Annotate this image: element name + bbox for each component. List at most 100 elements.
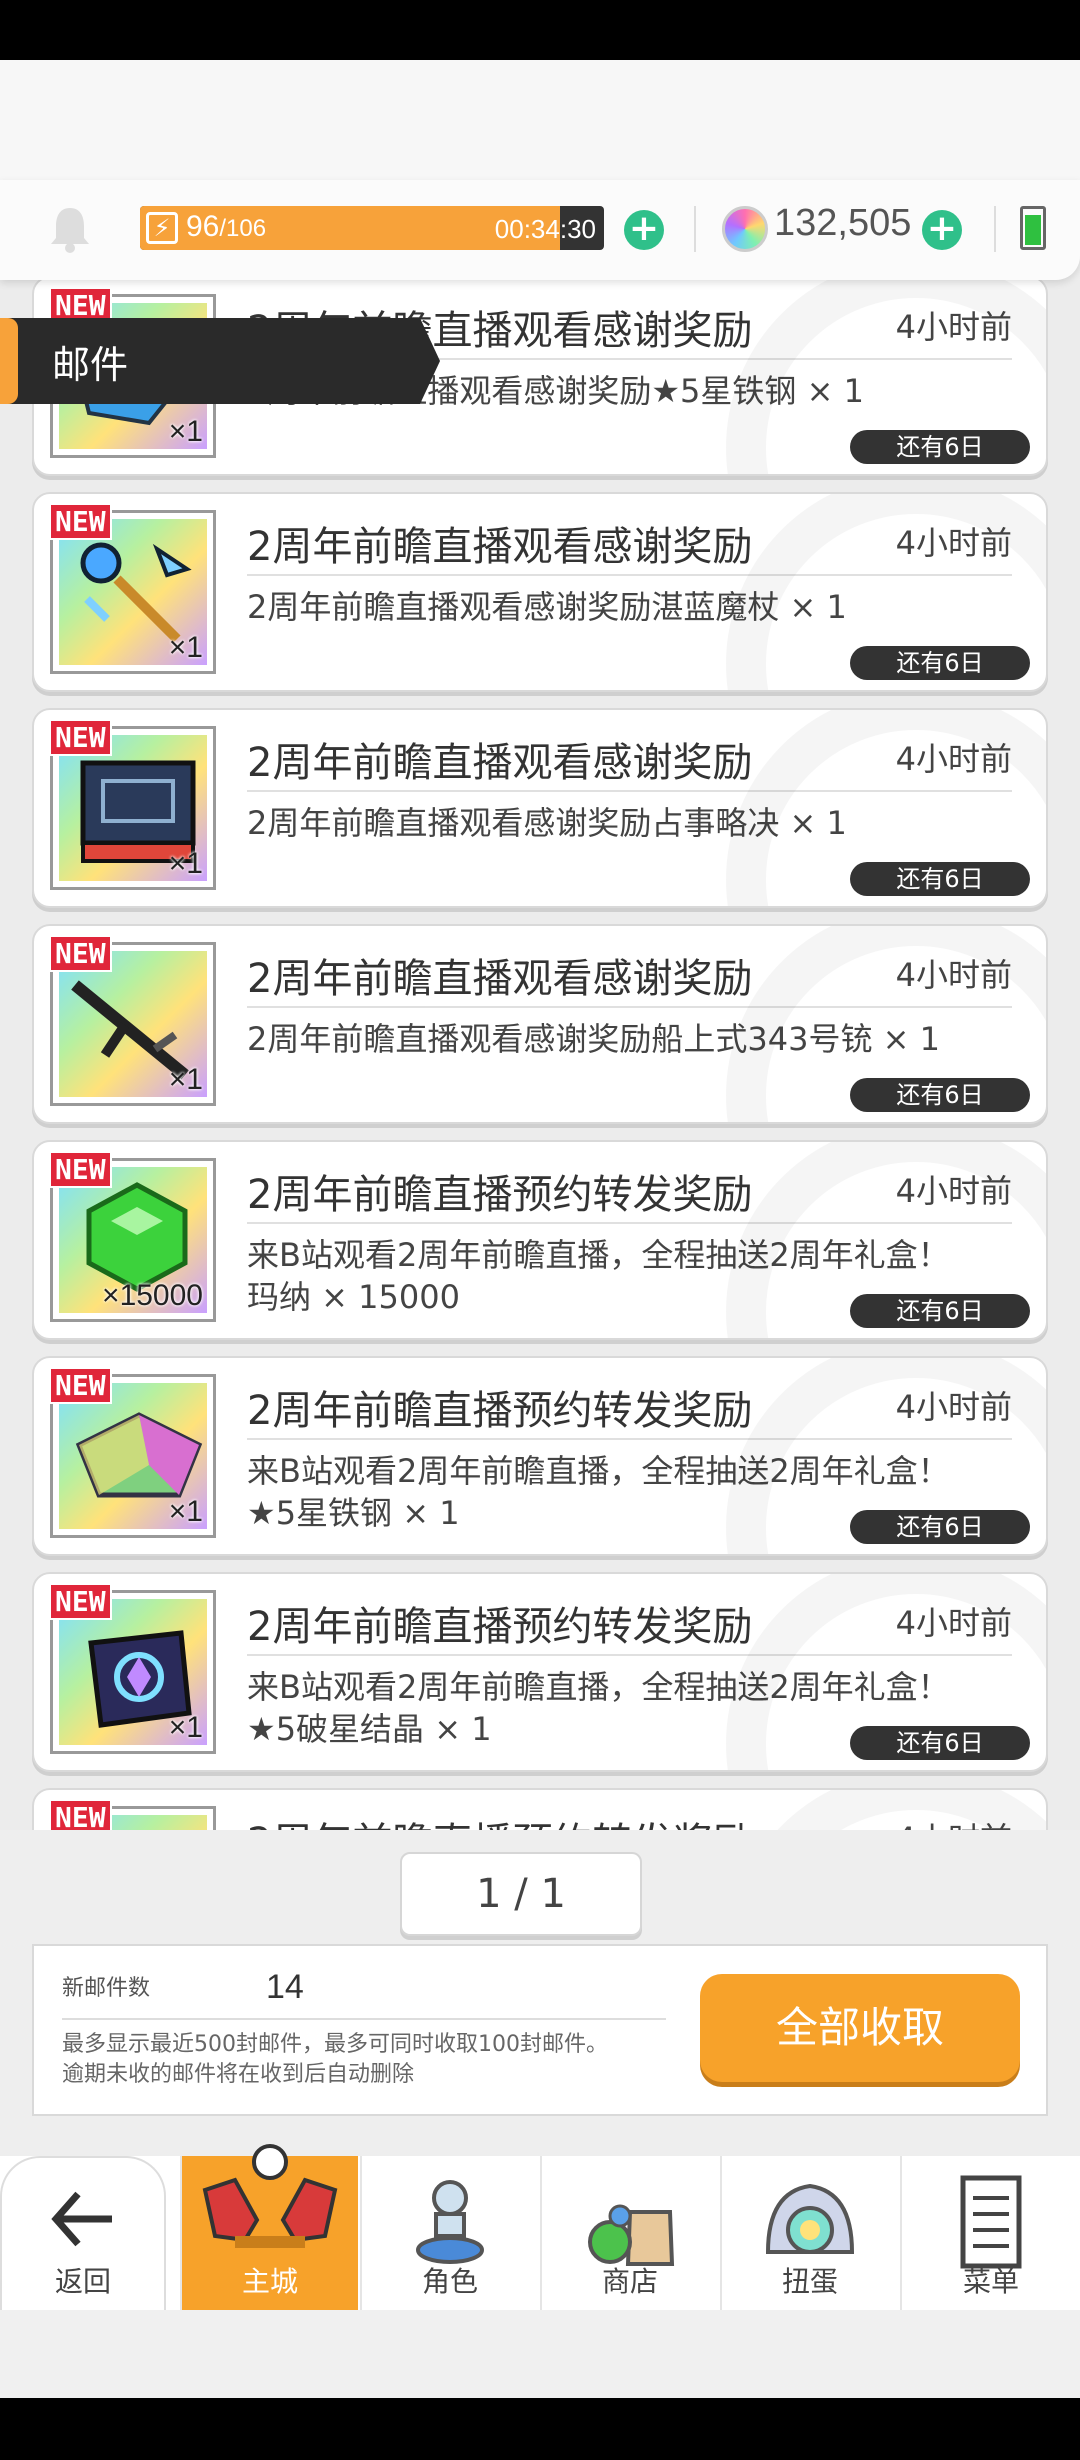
mail-time: 4小时前 — [896, 1814, 1012, 1830]
energy-text: 96/106 — [186, 210, 266, 244]
nav-main-city[interactable]: 主城 — [180, 2144, 358, 2310]
bell-icon[interactable] — [48, 204, 92, 254]
mail-body-line: 2周年前瞻直播观看感谢奖励占事略决 × 1 — [247, 804, 847, 842]
mail-time: 4小时前 — [895, 1604, 1012, 1642]
back-button[interactable]: 返回 — [0, 2156, 166, 2310]
nav-label: 商店 — [601, 2265, 658, 2298]
new-badge: NEW — [49, 935, 112, 972]
new-badge: NEW — [49, 1151, 112, 1188]
mail-time: 4小时前 — [895, 1172, 1012, 1210]
mail-item-thumbnail: ×1 NEW — [49, 503, 216, 674]
mail-title: 2周年前瞻直播观看感谢奖励 — [247, 740, 753, 786]
nav-character[interactable]: 角色 — [360, 2156, 538, 2310]
mail-item[interactable]: ×1 NEW 2周年前瞻直播观看感谢奖励 4小时前 2周年前瞻直播观看感谢奖励占事略决 … — [32, 708, 1048, 908]
add-energy-button[interactable]: + — [624, 210, 664, 250]
mail-title: 2周年前瞻直播预约转发奖励 — [247, 1810, 752, 1830]
expire-badge: 还有6日 — [850, 1510, 1030, 1544]
top-spacer — [0, 60, 1080, 180]
menu-list-icon — [960, 2175, 1022, 2269]
shop-bag-icon — [588, 2204, 675, 2266]
new-badge: NEW — [49, 1367, 112, 1404]
mail-item-thumbnail: ×1 NEW — [49, 935, 216, 1106]
mail-title: 2周年前瞻直播观看感谢奖励 — [247, 524, 753, 570]
gun-item-icon: ×1 — [59, 951, 207, 1097]
item-quantity: ×15000 — [102, 1279, 203, 1312]
mail-item-thumbnail: NEW — [49, 1799, 216, 1830]
mail-body: 2周年前瞻直播观看感谢奖励占事略决 × 1 — [247, 802, 986, 844]
battery-icon — [1020, 206, 1046, 250]
nav-gacha[interactable]: 扭蛋 — [720, 2156, 898, 2310]
mail-note: 最多显示最近500封邮件，最多可同时收取100封邮件。 逾期未收的邮件将在收到后… — [62, 2030, 608, 2090]
divider — [247, 574, 1012, 576]
divider — [994, 206, 996, 252]
mail-item[interactable]: ×1 NEW 2周年前瞻直播观看感谢奖励 4小时前 2周年前瞻直播观看感谢奖励船上式34… — [32, 924, 1048, 1124]
new-mail-count: 14 — [266, 1968, 304, 2006]
back-arrow-icon — [51, 2191, 112, 2247]
mail-title: 2周年前瞻直播观看感谢奖励 — [247, 956, 753, 1002]
divider — [694, 206, 696, 252]
energy-current: 96 — [186, 210, 220, 243]
item-quantity: ×1 — [168, 415, 203, 448]
gem-icon — [722, 206, 768, 252]
mail-body: 2周年前瞻直播观看感谢奖励船上式343号铳 × 1 — [247, 1018, 986, 1060]
mail-item-thumbnail: ×1 NEW — [49, 719, 216, 890]
mail-title: 2周年前瞻直播预约转发奖励 — [247, 1172, 753, 1218]
mail-time: 4小时前 — [895, 956, 1012, 994]
mail-info-panel: 新邮件数 14 最多显示最近500封邮件，最多可同时收取100封邮件。 逾期未收… — [32, 1944, 1048, 2116]
mail-time: 4小时前 — [895, 524, 1012, 562]
mail-time: 4小时前 — [895, 740, 1012, 778]
castle-icon — [202, 2144, 338, 2248]
mail-list[interactable]: ×1 NEW 2周年前瞻直播观看感谢奖励 4小时前 2周年前瞻直播观看感谢奖励★5星铁钢… — [0, 280, 1080, 1830]
mail-item-thumbnail: ×1 NEW — [49, 1367, 216, 1538]
mail-body-line: 来B站观看2周年前瞻直播，全程抽送2周年礼盒！ — [247, 1236, 950, 1274]
divider — [247, 1438, 1012, 1440]
item-quantity: ×1 — [168, 1495, 203, 1528]
mail-body-line: 来B站观看2周年前瞻直播，全程抽送2周年礼盒！ — [247, 1452, 950, 1490]
divider — [247, 1222, 1012, 1224]
mail-item[interactable]: ×1 NEW 2周年前瞻直播预约转发奖励 4小时前 来B站观看2周年前瞻直播，全程抽送2… — [32, 1356, 1048, 1556]
nav-label: 菜单 — [962, 2265, 1019, 2298]
mail-body: 2周年前瞻直播观看感谢奖励湛蓝魔杖 × 1 — [247, 586, 986, 628]
back-label: 返回 — [54, 2265, 111, 2298]
lightning-icon: ⚡ — [146, 212, 178, 244]
nav-label: 主城 — [241, 2265, 298, 2298]
energy-bar: ⚡ 96/106 00:34:30 — [140, 206, 604, 250]
system-bottom-bar — [0, 2398, 1080, 2460]
mail-body-line: 来B站观看2周年前瞻直播，全程抽送2周年礼盒！ — [247, 1668, 950, 1706]
energy-max: /106 — [219, 215, 267, 242]
page-indicator: 1 / 1 — [400, 1852, 642, 1936]
new-badge: NEW — [49, 1799, 112, 1830]
mail-item[interactable]: ×15000 NEW 2周年前瞻直播预约转发奖励 4小时前来B站观看2周年前瞻直播，全… — [32, 1140, 1048, 1340]
character-icon — [416, 2180, 484, 2264]
add-gem-button[interactable]: + — [922, 210, 962, 250]
system-top-bar — [0, 0, 1080, 60]
bottom-spacer — [0, 2310, 1080, 2398]
mail-item-thumbnail: ×15000 NEW — [49, 1151, 216, 1322]
mana-item-icon: ×15000 — [59, 1167, 207, 1313]
mail-time: 4小时前 — [895, 308, 1012, 346]
mail-time: 4小时前 — [895, 1388, 1012, 1426]
nav-label: 角色 — [421, 2265, 478, 2298]
staff-item-icon: ×1 — [59, 519, 207, 665]
mail-item[interactable]: ×1 NEW 2周年前瞻直播观看感谢奖励 4小时前 2周年前瞻直播观看感谢奖励湛蓝魔杖 … — [32, 492, 1048, 692]
mail-item[interactable]: ×1 NEW 2周年前瞻直播预约转发奖励 4小时前 来B站观看2周年前瞻直播，全程抽送2… — [32, 1572, 1048, 1772]
nav-shop[interactable]: 商店 — [540, 2156, 718, 2310]
energy-timer: 00:34:30 — [494, 214, 596, 244]
nav-menu[interactable]: 菜单 — [900, 2156, 1080, 2310]
new-badge: NEW — [49, 503, 112, 540]
mail-item[interactable]: NEW 2周年前瞻直播预约转发奖励 4小时前 — [32, 1788, 1048, 1830]
steel-item-icon: ×1 — [59, 1383, 207, 1529]
new-badge: NEW — [49, 1583, 112, 1620]
divider — [247, 1654, 1012, 1656]
expire-badge: 还有6日 — [850, 1726, 1030, 1760]
nav-label: 扭蛋 — [781, 2265, 838, 2298]
status-bar: ⚡ 96/106 00:34:30 + 132,505 + — [0, 180, 1080, 280]
expire-badge: 还有6日 — [850, 862, 1030, 896]
new-badge: NEW — [49, 719, 112, 756]
divider — [62, 2018, 666, 2020]
mail-body-line: 2周年前瞻直播观看感谢奖励船上式343号铳 × 1 — [247, 1020, 940, 1058]
expire-badge: 还有6日 — [850, 430, 1030, 464]
collect-all-button[interactable]: 全部收取 — [700, 1974, 1020, 2082]
crystal-item-icon: ×1 — [59, 1599, 207, 1745]
divider — [247, 1006, 1012, 1008]
